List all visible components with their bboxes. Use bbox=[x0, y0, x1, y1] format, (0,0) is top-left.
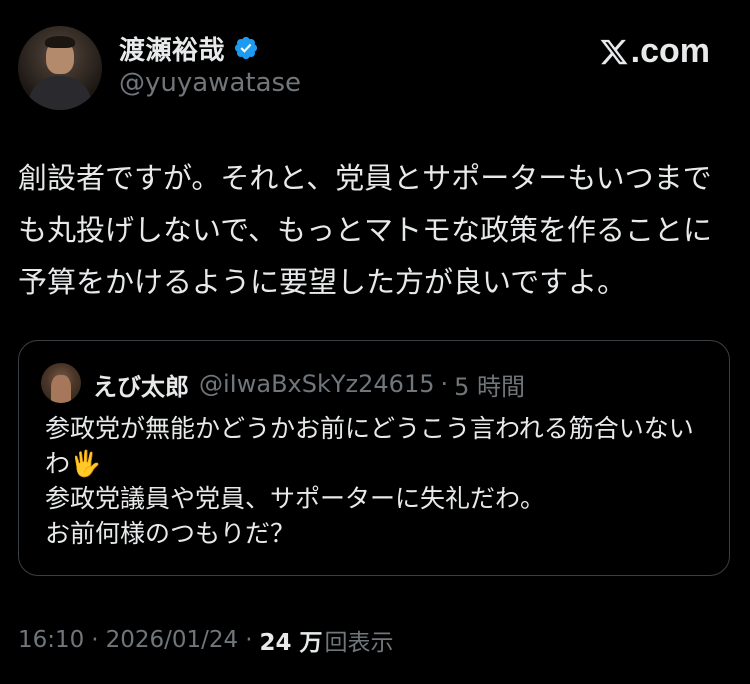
avatar-hair bbox=[45, 36, 75, 48]
meta-separator: · bbox=[245, 627, 253, 653]
quoted-author-handle[interactable]: @iIwaBxSkYz24615 bbox=[199, 370, 435, 398]
quoted-tweet-text: 参政党が無能かどうかお前にどうこう言われる筋合いないわ🖐 参政党議員や党員、サポ… bbox=[45, 411, 715, 551]
x-brand: .com bbox=[599, 32, 710, 71]
quoted-separator: · bbox=[440, 370, 449, 398]
tweet-header: 渡瀬裕哉 @yuyawatase .com bbox=[18, 24, 732, 110]
verified-badge-icon bbox=[234, 36, 258, 60]
author-handle[interactable]: @yuyawatase bbox=[119, 68, 301, 98]
author-avatar[interactable] bbox=[18, 26, 102, 110]
display-name-row: 渡瀬裕哉 bbox=[119, 30, 259, 66]
views-count: 24 万 bbox=[259, 630, 323, 656]
meta-separator: · bbox=[91, 627, 99, 653]
tweet-meta: 16:10 · 2026/01/24 · 24 万 回表示 bbox=[18, 622, 394, 658]
quoted-author-avatar[interactable] bbox=[41, 363, 81, 403]
x-logo-icon bbox=[600, 39, 628, 64]
tweet-date[interactable]: 2026/01/24 bbox=[106, 627, 239, 653]
quoted-text-line: お前何様のつもりだ？ bbox=[45, 519, 296, 548]
quoted-text-line: 参政党が無能かどうかお前にどうこう言われる筋合いないわ🖐 bbox=[45, 414, 694, 478]
tweet-time[interactable]: 16:10 bbox=[18, 627, 84, 653]
quoted-avatar-figure bbox=[51, 375, 71, 403]
quoted-author-display-name[interactable]: えび太郎 bbox=[93, 367, 189, 402]
avatar-body bbox=[28, 76, 92, 110]
views-label: 回表示 bbox=[324, 630, 394, 656]
quoted-timestamp[interactable]: 5 時間 bbox=[454, 367, 525, 402]
quoted-tweet-card[interactable]: えび太郎 @iIwaBxSkYz24615 · 5 時間 参政党が無能かどうかお… bbox=[18, 340, 730, 576]
quoted-text-line: 参政党議員や党員、サポーターに失礼だわ。 bbox=[45, 484, 546, 513]
tweet-text: 創設者ですが。それと、党員とサポーターもいつまでも丸投げしないで、もっとマトモな… bbox=[18, 161, 712, 299]
quoted-tweet-header: えび太郎 @iIwaBxSkYz24615 · 5 時間 bbox=[93, 365, 525, 403]
x-domain-suffix: .com bbox=[630, 32, 710, 70]
author-display-name[interactable]: 渡瀬裕哉 bbox=[119, 30, 225, 67]
